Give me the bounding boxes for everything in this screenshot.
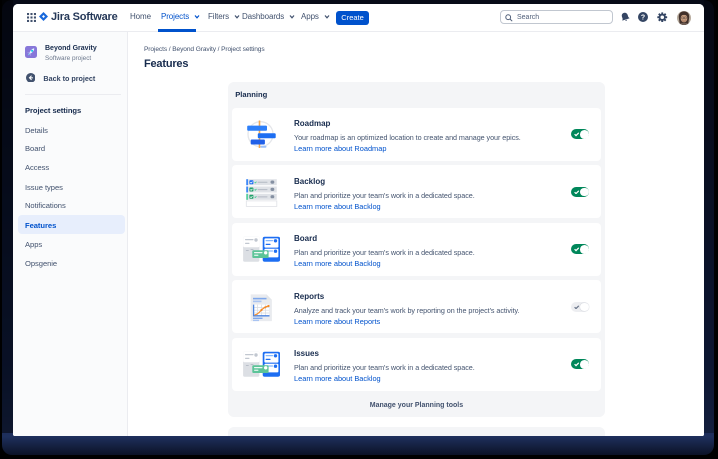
svg-text:?: ? — [641, 15, 645, 22]
